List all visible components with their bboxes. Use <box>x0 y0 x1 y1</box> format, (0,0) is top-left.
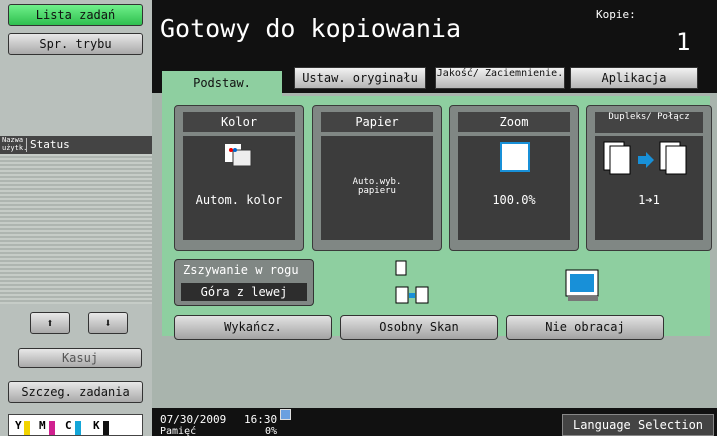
job-list-header: Nazwa użytk. Status <box>0 136 152 154</box>
paper-card[interactable]: Papier Auto.wyb. papieru <box>312 105 442 251</box>
color-card-value: Autom. kolor <box>195 193 283 207</box>
duplex-card-title: Dupleks/ Połącz <box>595 112 703 133</box>
duplex-card-body: 1➔1 <box>595 136 703 240</box>
zoom-card[interactable]: Zoom 100.0% <box>449 105 579 251</box>
page-title: Gotowy do kopiowania <box>160 14 462 43</box>
arrow-down-icon: ⬇ <box>104 316 112 330</box>
task-list-button[interactable]: Lista zadań <box>8 4 143 26</box>
scroll-down-button[interactable]: ⬇ <box>88 312 128 334</box>
language-selection-button[interactable]: Language Selection <box>562 414 714 436</box>
toner-m-bar <box>49 421 55 435</box>
status-bar: 07/30/2009 16:30 Pamięć 0% Language Sele… <box>152 408 717 437</box>
color-card-body: Autom. kolor <box>183 136 295 240</box>
zoom-card-title: Zoom <box>458 112 570 132</box>
toner-y-bar <box>24 421 30 435</box>
finish-button[interactable]: Wykańcz. <box>174 315 332 340</box>
copies-value: 1 <box>676 28 691 56</box>
cancel-button[interactable]: Kasuj <box>18 348 142 368</box>
toner-k-bar <box>103 421 109 435</box>
tab-original-settings[interactable]: Ustaw. oryginału <box>294 67 426 89</box>
zoom-card-value: 100.0% <box>492 193 536 207</box>
toner-c-bar <box>75 421 81 435</box>
duplex-card[interactable]: Dupleks/ Połącz 1➔1 <box>586 105 712 251</box>
tab-basic[interactable]: Podstaw. <box>162 71 282 96</box>
tab-application[interactable]: Aplikacja <box>570 67 698 89</box>
memory-label: Pamięć <box>160 426 197 437</box>
toner-y: Y <box>15 419 22 432</box>
main-panel: Podstaw. Ustaw. oryginału Jakość/ Zaciem… <box>152 63 717 408</box>
scroll-up-button[interactable]: ⬆ <box>30 312 70 334</box>
memory-value: 0% <box>265 426 278 437</box>
paper-card-value: Auto.wyb. papieru <box>352 177 402 196</box>
toner-k: K <box>93 419 100 432</box>
zoom-card-body: 100.0% <box>458 136 570 240</box>
job-list[interactable] <box>0 154 152 304</box>
staple-label: Zszywanie w rogu <box>183 263 299 277</box>
time-text: 16:30 <box>244 413 278 426</box>
duplex-card-value: 1➔1 <box>638 193 660 207</box>
copies-label: Kopie: <box>596 8 636 21</box>
tab-quality-density[interactable]: Jakość/ Zaciemnienie. <box>435 67 565 89</box>
date-text: 07/30/2009 <box>160 413 227 426</box>
status-column: Status <box>30 138 70 151</box>
no-rotate-icon <box>565 269 599 301</box>
no-rotate-button[interactable]: Nie obracaj <box>506 315 664 340</box>
separate-scan-icon <box>395 260 429 304</box>
separate-scan-button[interactable]: Osobny Skan <box>340 315 498 340</box>
toner-c: C <box>65 419 72 432</box>
network-icon <box>280 409 291 420</box>
duplex-icon <box>603 141 687 175</box>
mode-check-button[interactable]: Spr. trybu <box>8 33 143 55</box>
separator <box>26 138 27 152</box>
user-name-column: Nazwa użytk. <box>2 136 28 152</box>
zoom-page-icon <box>500 142 530 172</box>
staple-button[interactable]: Zszywanie w rogu Góra z lewej <box>174 259 314 306</box>
toner-indicator: Y M C K <box>8 414 143 436</box>
paper-card-title: Papier <box>321 112 433 132</box>
paper-card-body: Auto.wyb. papieru <box>321 136 433 240</box>
job-details-button[interactable]: Szczeg. zadania <box>8 381 143 403</box>
header: Gotowy do kopiowania Kopie: 1 <box>152 0 717 63</box>
left-panel: Lista zadań Spr. trybu Nazwa użytk. Stat… <box>0 0 152 436</box>
color-card-title: Kolor <box>183 112 295 132</box>
color-copy-icon <box>225 144 252 167</box>
color-card[interactable]: Kolor Autom. kolor <box>174 105 304 251</box>
toner-m: M <box>39 419 46 432</box>
arrow-up-icon: ⬆ <box>46 316 54 330</box>
staple-value: Góra z lewej <box>181 283 307 301</box>
